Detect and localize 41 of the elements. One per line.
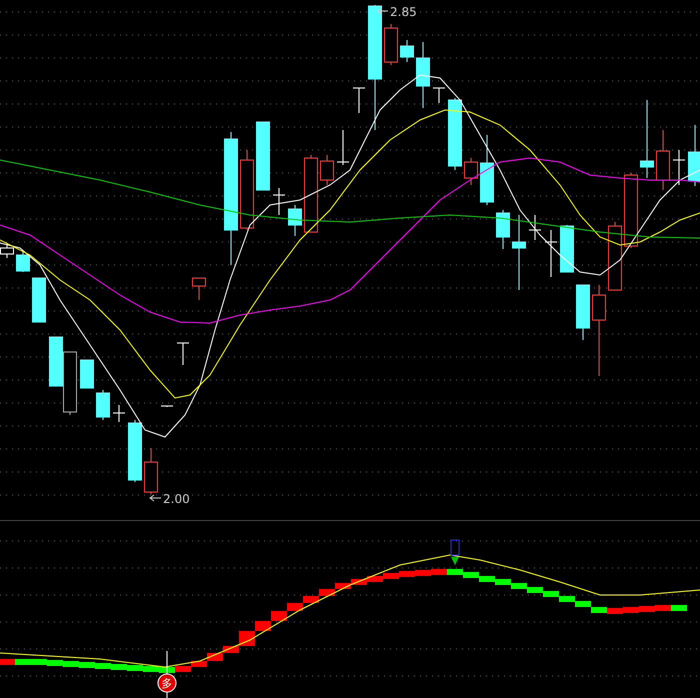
- candlestick: [656, 130, 670, 190]
- low-price-label: 2.00: [163, 492, 190, 506]
- indicator-bar: [271, 611, 287, 621]
- doji-candlestick: [160, 406, 174, 408]
- candlestick: [688, 124, 700, 186]
- candlestick: [608, 222, 622, 290]
- candlestick: [384, 24, 398, 66]
- candlestick: [416, 42, 430, 108]
- candlestick: [480, 134, 494, 206]
- candlestick: [560, 224, 574, 272]
- candlestick: [576, 284, 590, 340]
- arrow-icon: [377, 8, 388, 14]
- high-price-label: 2.85: [390, 5, 417, 19]
- arrow-icon: [149, 494, 162, 502]
- candlestick: [80, 360, 94, 388]
- candlestick: [464, 158, 478, 186]
- doji-candlestick: [176, 342, 190, 366]
- candlestick: [96, 390, 110, 420]
- doji-candlestick: [112, 404, 126, 422]
- candlestick: [496, 210, 510, 250]
- signal-marker-text: 多: [162, 677, 172, 690]
- outline-marker: [450, 540, 460, 556]
- candlestick: [63, 352, 77, 416]
- candlestick: [144, 448, 158, 494]
- doji-candlestick: [432, 88, 446, 104]
- doji-candlestick: [528, 214, 542, 240]
- candlestick: [49, 336, 63, 386]
- doji-candlestick: [352, 88, 366, 114]
- candlestick: [192, 278, 206, 300]
- candlestick: [320, 154, 334, 186]
- candlestick: [256, 122, 270, 190]
- candlestick: [128, 420, 142, 482]
- doji-candlestick: [672, 150, 686, 186]
- candlestick: [288, 204, 302, 236]
- doji-candlestick: [336, 130, 350, 166]
- candlestick: [400, 40, 414, 62]
- candlestick: [32, 278, 46, 322]
- down-arrow-icon: [451, 557, 459, 565]
- candlestick: [16, 250, 30, 272]
- doji-candlestick: [272, 188, 286, 216]
- doji-candlestick: [544, 230, 558, 278]
